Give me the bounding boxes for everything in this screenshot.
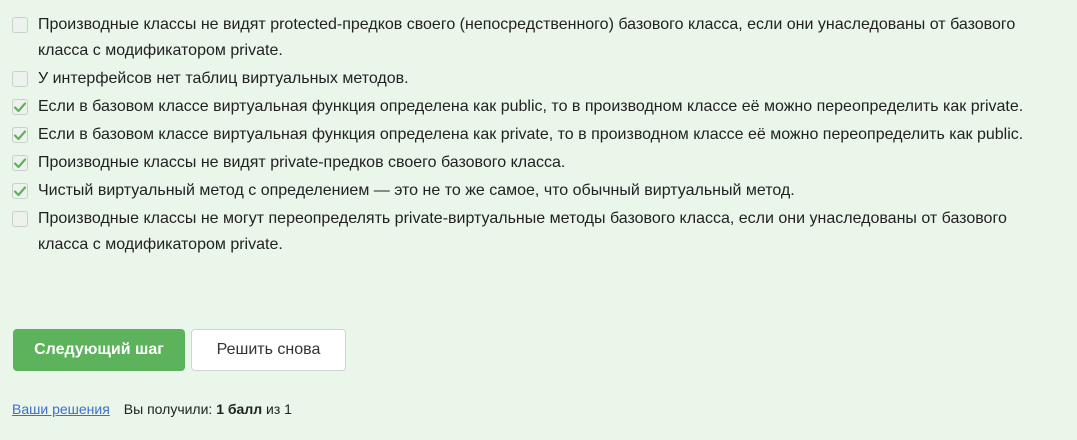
score-text: Вы получили: 1 балл из 1 <box>124 401 292 417</box>
option-checkbox[interactable] <box>12 155 28 171</box>
option-label: Производные классы не видят protected-пр… <box>38 16 1016 59</box>
option-checkbox[interactable] <box>12 99 28 115</box>
submission-footer: Ваши решения Вы получили: 1 балл из 1 <box>12 401 292 417</box>
option-checkbox[interactable] <box>12 71 28 87</box>
score-suffix: из 1 <box>266 401 292 417</box>
option-label: Производные классы не видят private-пред… <box>38 154 566 171</box>
option-4[interactable]: Если в базовом классе виртуальная функци… <box>12 122 1062 148</box>
option-2[interactable]: У интерфейсов нет таблиц виртуальных мет… <box>12 66 1062 92</box>
option-1[interactable]: Производные классы не видят protected-пр… <box>12 12 1062 64</box>
option-label: Чистый виртуальный метод с определением … <box>38 182 795 199</box>
option-label: Если в базовом классе виртуальная функци… <box>38 98 1024 115</box>
your-solutions-link[interactable]: Ваши решения <box>12 401 110 417</box>
next-step-button[interactable]: Следующий шаг <box>13 329 185 371</box>
check-icon <box>13 102 27 113</box>
option-checkbox[interactable] <box>12 183 28 199</box>
option-checkbox[interactable] <box>12 211 28 227</box>
check-icon <box>13 158 27 169</box>
option-label: Если в базовом классе виртуальная функци… <box>38 126 1024 143</box>
option-7[interactable]: Производные классы не могут переопределя… <box>12 206 1062 258</box>
option-checkbox[interactable] <box>12 127 28 143</box>
check-icon <box>13 186 27 197</box>
option-6[interactable]: Чистый виртуальный метод с определением … <box>12 178 1062 204</box>
retry-button[interactable]: Решить снова <box>191 329 346 371</box>
option-3[interactable]: Если в базовом классе виртуальная функци… <box>12 94 1062 120</box>
option-5[interactable]: Производные классы не видят private-пред… <box>12 150 1062 176</box>
score-prefix: Вы получили: <box>123 401 213 417</box>
check-icon <box>13 130 27 141</box>
option-checkbox[interactable] <box>12 17 28 33</box>
option-label: Производные классы не могут переопределя… <box>38 210 1007 253</box>
action-buttons: Следующий шаг Решить снова <box>13 329 346 371</box>
option-label: У интерфейсов нет таблиц виртуальных мет… <box>38 70 409 87</box>
answer-options: Производные классы не видят protected-пр… <box>12 12 1062 260</box>
score-value: 1 балл <box>216 401 263 417</box>
